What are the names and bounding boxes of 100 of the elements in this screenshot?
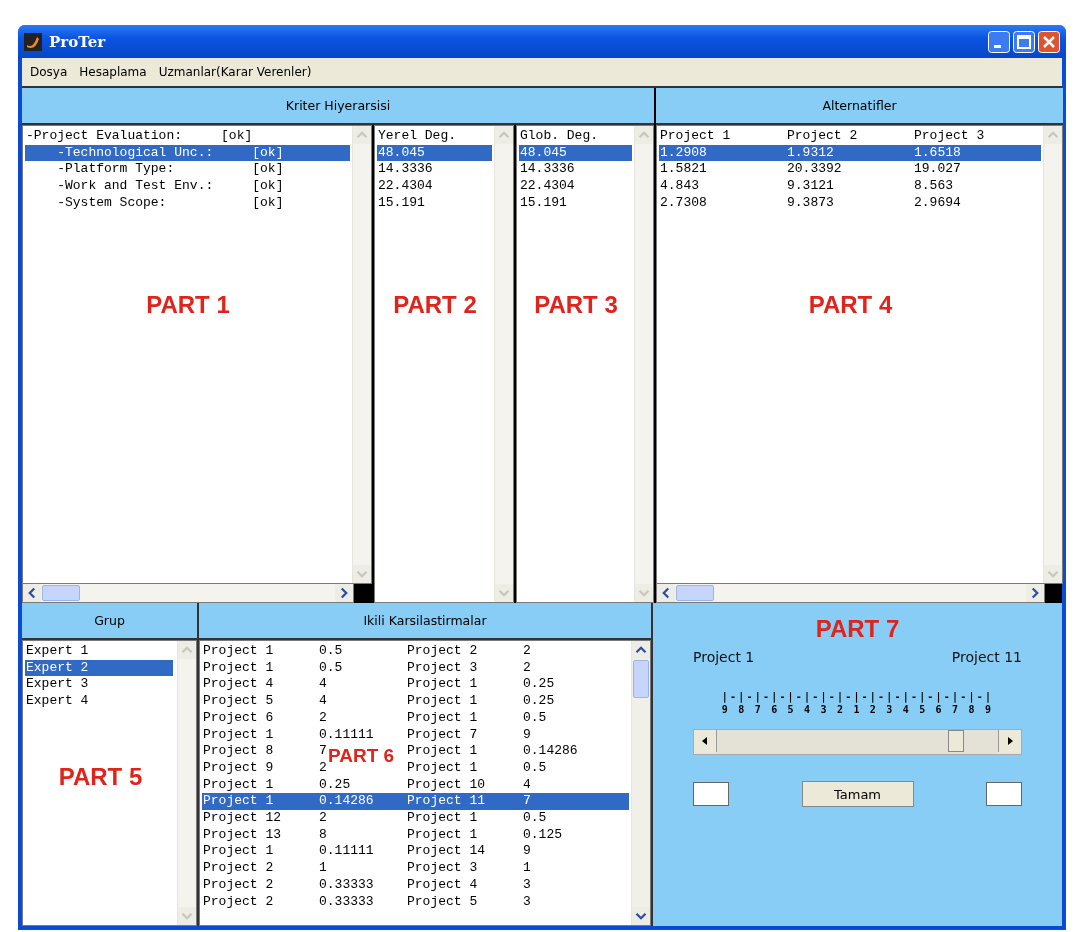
comparison-cell: 0.25	[319, 776, 351, 794]
close-icon[interactable]	[1038, 30, 1060, 53]
comparison-cell: Project 1	[407, 743, 478, 760]
slider-thumb[interactable]	[947, 730, 964, 752]
panel-header: Kriter Hiyerarsisi	[22, 88, 654, 125]
scrollbar-thumb[interactable]	[42, 585, 80, 601]
alternatives-row[interactable]: 4.843 9.3121 8.563	[659, 178, 1041, 195]
horizontal-scrollbar[interactable]	[656, 584, 1045, 603]
expert-item[interactable]: Expert 1	[25, 643, 173, 660]
comparisons-list[interactable]	[199, 640, 651, 926]
comparison-cell: 9	[523, 843, 531, 861]
criteria-row[interactable]: -Platform Type: [ok]	[25, 161, 350, 179]
annotation-label: PART 1	[145, 291, 231, 319]
annotation-label: PART 7	[815, 615, 900, 643]
comparison-cell: Project 14	[407, 843, 485, 861]
expert-item[interactable]: Expert 4	[25, 693, 173, 710]
panel-header: Grup	[22, 603, 197, 640]
comparison-cell: Project 1	[203, 726, 274, 744]
slider-right-icon[interactable]	[998, 730, 1021, 752]
scrollbar-thumb[interactable]	[633, 660, 649, 698]
weight-value[interactable]: 48.045	[377, 144, 492, 162]
comparison-cell: 0.5	[523, 810, 547, 827]
panel-header: Alternatifler	[656, 88, 1063, 125]
comparison-cell: 0.5	[523, 709, 547, 727]
slider-left-icon[interactable]	[694, 730, 717, 752]
comparison-cell: 4	[523, 776, 531, 794]
criteria-row[interactable]: -System Scope: [ok]	[25, 194, 350, 212]
comparison-cell: 2	[523, 659, 531, 677]
comparison-cell: 8	[319, 826, 327, 844]
comparison-cell: Project 3	[407, 659, 478, 677]
comparison-cell: Project 4	[407, 876, 478, 894]
weight-value[interactable]: 22.4304	[519, 178, 632, 195]
comparison-cell: Project 2	[203, 893, 274, 911]
comparison-cell: Project 1	[203, 659, 274, 677]
annotation-label: PART 2	[392, 291, 478, 319]
alternatives-row[interactable]: 1.2908 1.9312 1.6518	[659, 144, 1041, 162]
slider[interactable]	[693, 729, 1022, 755]
comparison-cell: Project 1	[407, 709, 478, 727]
maximize-icon[interactable]	[1013, 30, 1035, 53]
input-field[interactable]	[693, 782, 729, 806]
minimize-icon[interactable]	[988, 30, 1010, 53]
weight-value[interactable]: 15.191	[519, 194, 632, 212]
scale-numbers: 9 8 7 6 5 4 3 2 1 2 3 4 5 6 7 8 9	[721, 704, 994, 715]
scroll-left-icon[interactable]	[23, 584, 41, 602]
horizontal-scrollbar[interactable]	[22, 584, 354, 603]
menu-item[interactable]: Uzmanlar(Karar Verenler)	[158, 65, 312, 79]
weight-value[interactable]: 14.3336	[519, 161, 632, 179]
comparison-cell: 4	[319, 693, 327, 710]
comparison-cell: 9	[523, 726, 531, 744]
comparison-cell: 0.125	[523, 826, 562, 844]
weights-list[interactable]: Yerel Deg. 48.045 14.3336 22.4304 15.191 PART 2	[374, 125, 514, 603]
scroll-right-icon[interactable]	[1026, 584, 1044, 602]
weight-value[interactable]: 14.3336	[377, 161, 492, 179]
alternatives-list[interactable]: Project 1 Project 2 Project 3 1.2908 1.9312 1.6518 1.5821 20.3392 19.027 4.843 9.3121 8.563 2.7308 9.3873 2.9694 PART 4	[656, 125, 1063, 584]
annotation-label: PART 5	[57, 763, 144, 791]
weight-value[interactable]: 22.4304	[377, 178, 492, 195]
criteria-row[interactable]: -Technological Unc.: [ok]	[25, 144, 350, 162]
scale-ticks: |-|-|-|-|-|-|-|-|-|-|-|-|-|-|-|-|	[721, 691, 994, 702]
comparison-cell: 2	[319, 810, 327, 827]
comparison-cell: Project 2	[203, 876, 274, 894]
ok-button[interactable]: Tamam	[801, 781, 914, 807]
scroll-left-icon[interactable]	[657, 584, 675, 602]
comparison-cell: Project 1	[407, 810, 478, 827]
comparison-cell: Project 1	[407, 693, 478, 710]
group-list[interactable]: Expert 1 Expert 2 Expert 3 Expert 4 PART 5	[22, 640, 197, 926]
comparison-cell: Project 9	[203, 759, 274, 777]
comparison-cell: 0.25	[523, 676, 555, 694]
comparison-cell: 2	[523, 643, 531, 660]
comparison-cell: Project 2	[203, 860, 274, 877]
criteria-list[interactable]: -Project Evaluation: [ok] -Technological Unc.: [ok] -Platform Type: [ok] -Work and Test Env.: [ok] -System Scope: [ok] PART 1	[22, 125, 372, 584]
menu-item[interactable]: Dosya	[30, 65, 68, 79]
comparison-cell: 0.11111	[319, 726, 374, 744]
window-title: ProTer	[49, 32, 106, 51]
panel-header: Ikili Karsilastirmalar	[199, 603, 651, 640]
comparison-cell: 0.33333	[319, 893, 374, 911]
weight-value[interactable]: Glob. Deg.	[519, 128, 632, 145]
expert-item[interactable]: Expert 3	[25, 676, 173, 694]
alternatives-row[interactable]: 2.7308 9.3873 2.9694	[659, 194, 1041, 212]
comparison-cell: 0.25	[523, 693, 555, 710]
selected-row-highlight[interactable]: Project 1 0.14286 Project 11 7	[202, 793, 629, 811]
weights-list[interactable]: Glob. Deg. 48.045 14.3336 22.4304 15.191 PART 3	[516, 125, 654, 603]
menu-item[interactable]: Hesaplama	[79, 65, 147, 79]
vertical-scrollbar[interactable]	[631, 641, 650, 925]
comparison-cell: Project 5	[407, 893, 478, 911]
alternatives-row[interactable]: Project 1 Project 2 Project 3	[659, 128, 1041, 145]
comparison-cell: 2	[319, 759, 327, 777]
comparison-cell: 1	[523, 860, 531, 877]
weight-value[interactable]: 48.045	[519, 144, 632, 162]
project-label: Project 1	[693, 649, 755, 665]
criteria-row[interactable]: -Work and Test Env.: [ok]	[25, 178, 350, 195]
weight-value[interactable]: Yerel Deg.	[377, 128, 492, 145]
expert-item[interactable]: Expert 2	[25, 659, 173, 677]
scrollbar-thumb[interactable]	[676, 585, 714, 601]
comparison-cell: 0.5	[319, 643, 343, 660]
comparison-cell: Project 1	[407, 759, 478, 777]
alternatives-row[interactable]: 1.5821 20.3392 19.027	[659, 161, 1041, 179]
input-field[interactable]	[986, 782, 1022, 806]
scroll-right-icon[interactable]	[335, 584, 353, 602]
criteria-row[interactable]: -Project Evaluation: [ok]	[25, 128, 350, 145]
weight-value[interactable]: 15.191	[377, 194, 492, 212]
